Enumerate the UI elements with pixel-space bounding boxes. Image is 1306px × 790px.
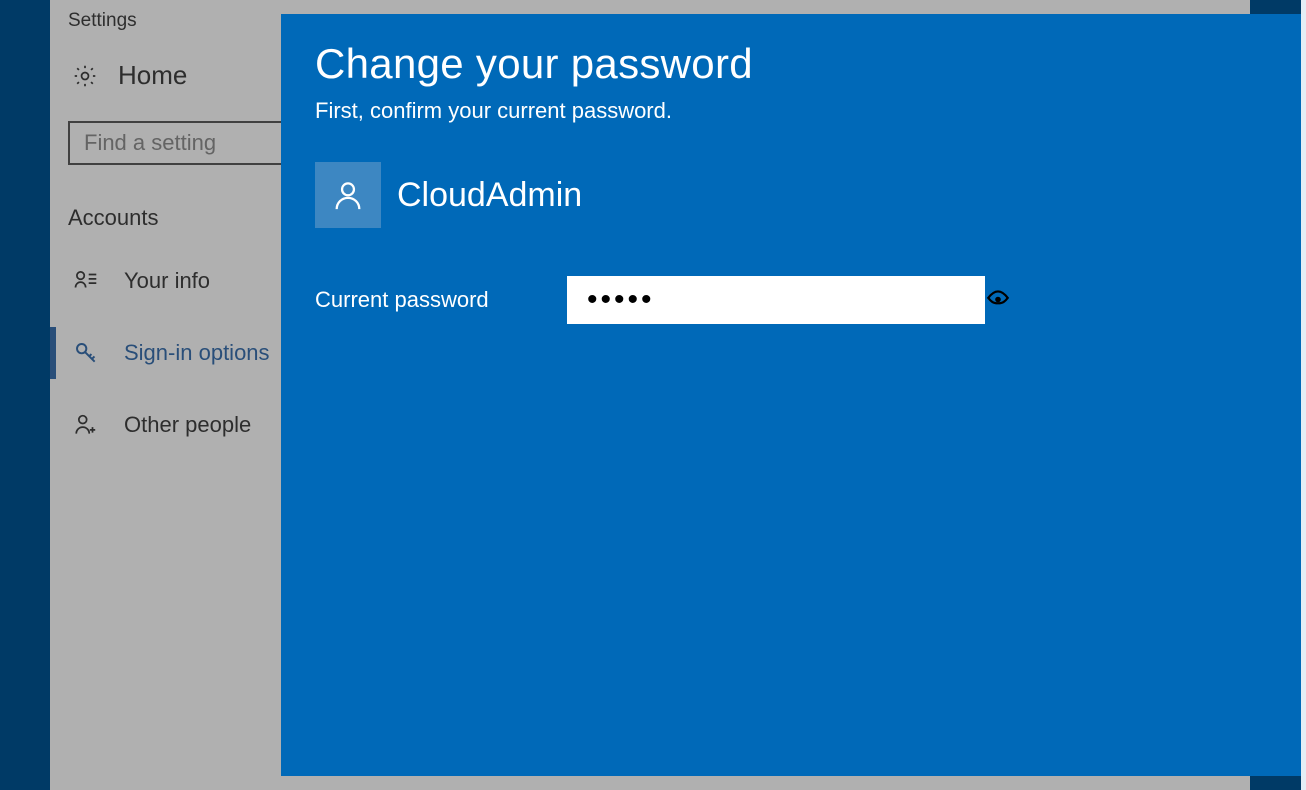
- gear-icon: [72, 63, 98, 89]
- person-list-icon: [72, 268, 100, 294]
- key-icon: [72, 340, 100, 366]
- current-password-field[interactable]: [567, 276, 959, 324]
- user-row: CloudAdmin: [315, 162, 1267, 228]
- eye-icon: [985, 286, 1011, 315]
- person-plus-icon: [72, 412, 100, 438]
- current-password-input[interactable]: [567, 276, 985, 324]
- panel-title: Change your password: [315, 40, 1267, 88]
- nav-label-sign-in: Sign-in options: [124, 340, 270, 366]
- nav-label-other-people: Other people: [124, 412, 251, 438]
- current-password-row: Current password: [315, 276, 1267, 324]
- current-password-label: Current password: [315, 287, 515, 313]
- right-edge-strip: [1301, 0, 1306, 790]
- avatar: [315, 162, 381, 228]
- home-label: Home: [118, 60, 187, 91]
- user-name: CloudAdmin: [397, 176, 582, 215]
- panel-subtitle: First, confirm your current password.: [315, 98, 1267, 124]
- nav-label-your-info: Your info: [124, 268, 210, 294]
- change-password-panel: Change your password First, confirm your…: [281, 14, 1301, 776]
- reveal-password-button[interactable]: [985, 276, 1011, 324]
